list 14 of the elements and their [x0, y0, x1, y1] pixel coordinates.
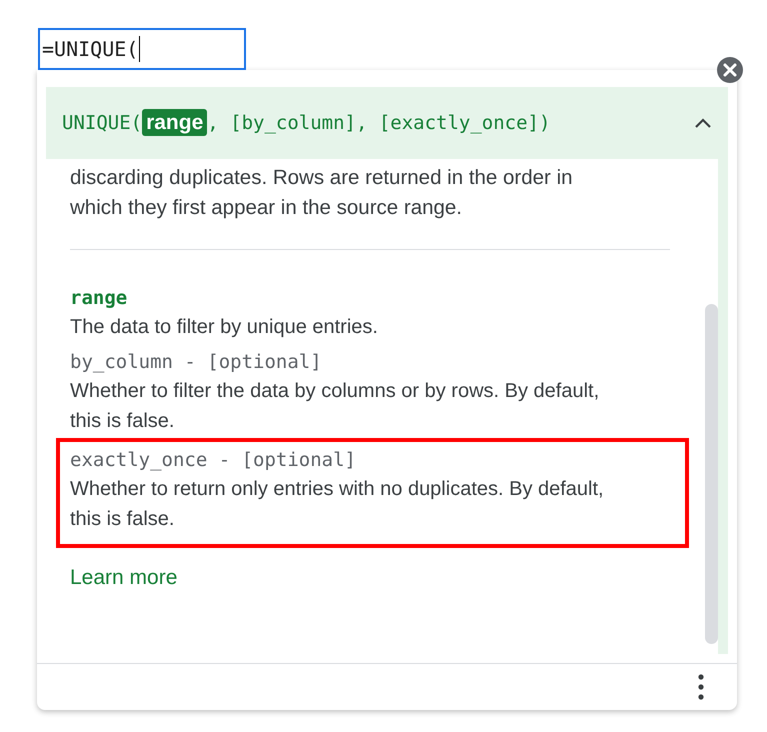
description-text: discarding duplicates. Rows are returned in the order in which they first appear in the source range.: [70, 165, 574, 221]
function-signature: UNIQUE( range , [by_column], [exactly_once]): [62, 111, 550, 135]
collapse-icon[interactable]: [694, 117, 712, 129]
parameter-description: Whether to filter the data by columns or by rows. By default, this is false.: [70, 379, 600, 434]
parameter-name: by_column - [optional]: [70, 350, 323, 375]
close-icon[interactable]: [716, 56, 744, 84]
learn-more-link[interactable]: Learn more: [70, 566, 178, 590]
scrollbar[interactable]: [705, 304, 718, 644]
parameter-name: exactly_once - [optional]: [70, 448, 357, 473]
formula-cell[interactable]: =UNIQUE(: [38, 28, 246, 70]
parameter-description: The data to filter by unique entries.: [70, 315, 379, 340]
more-icon[interactable]: [698, 674, 704, 700]
parameter-description: Whether to return only entries with no duplicates. By default, this is false.: [70, 477, 605, 532]
parameter-name: range: [70, 286, 128, 311]
